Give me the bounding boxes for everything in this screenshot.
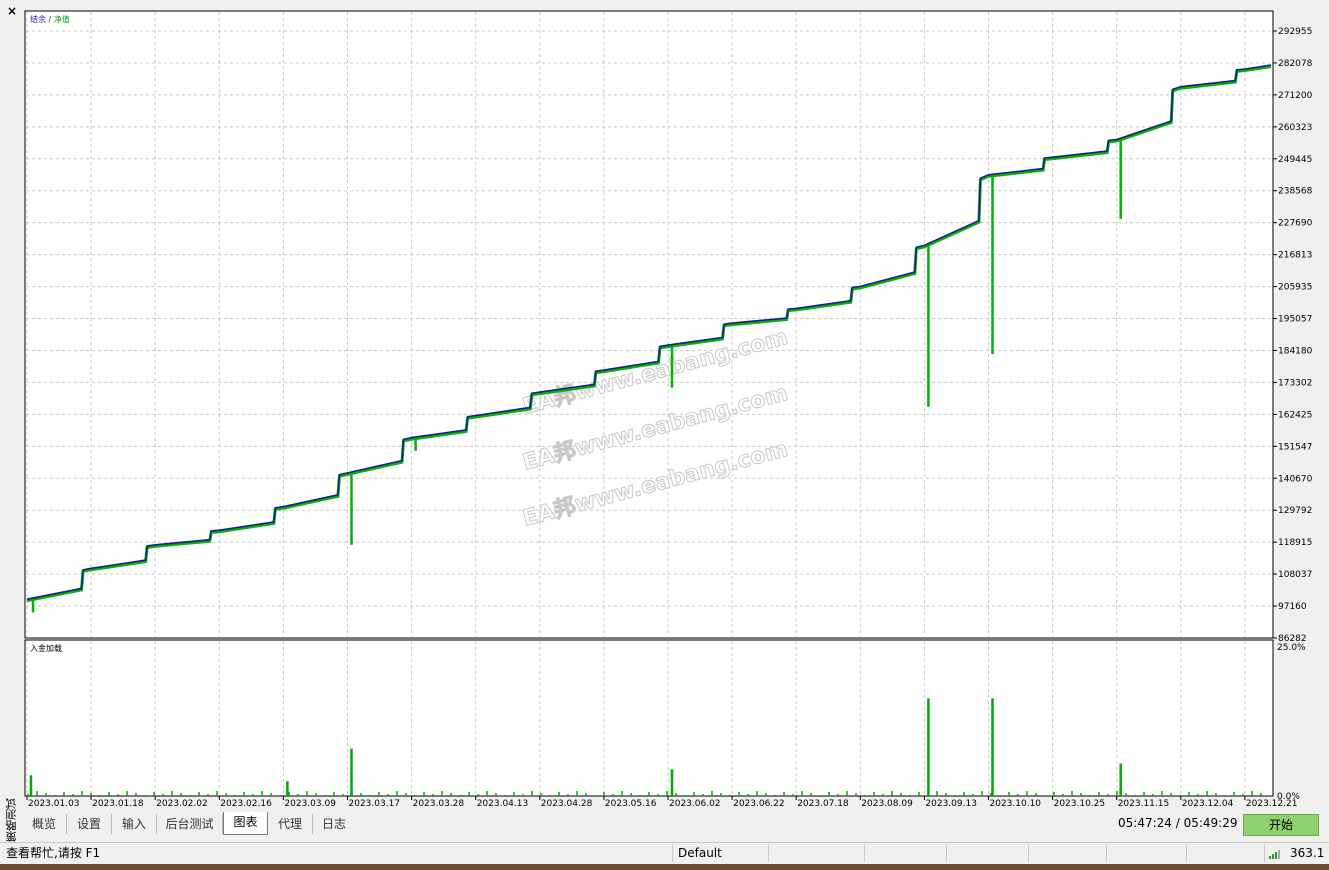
y-tick-label: 118915: [1278, 538, 1312, 548]
y-tick-label: 227690: [1278, 219, 1313, 229]
y-tick-label: 129792: [1278, 506, 1312, 516]
x-tick-label: 2023.06.22: [733, 799, 785, 809]
y-tick-label: 184180: [1278, 346, 1313, 356]
time-readout: 05:47:24 / 05:49:29: [1118, 816, 1238, 830]
status-cell-6: [1030, 845, 1107, 862]
x-tick-label: 2023.10.10: [990, 799, 1042, 809]
legend-equity: 净值: [54, 14, 70, 24]
x-tick-label: 2023.10.25: [1054, 799, 1106, 809]
deposit-chart-title: 入金加载: [30, 643, 62, 653]
deposit-y-min: 0.0%: [1277, 792, 1300, 802]
y-tick-label: 173302: [1278, 378, 1312, 388]
status-bar: 查看帮忙,请按 F1 Default 363.1: [0, 842, 1329, 864]
legend-separator: /: [46, 15, 54, 24]
y-tick-label: 162425: [1278, 410, 1312, 420]
x-tick-label: 2023.11.15: [1118, 799, 1170, 809]
x-tick-label: 2023.04.13: [477, 799, 529, 809]
x-tick-label: 2023.01.18: [92, 799, 144, 809]
legend-balance: 结余: [30, 14, 46, 24]
status-help: 查看帮忙,请按 F1: [6, 845, 673, 862]
x-tick-label: 2023.01.03: [28, 799, 80, 809]
start-button[interactable]: 开始: [1243, 814, 1319, 836]
y-tick-label: 271200: [1278, 91, 1313, 101]
x-tick-label: 2023.04.28: [541, 799, 593, 809]
y-tick-label: 108037: [1278, 570, 1312, 580]
x-tick-label: 2023.05.16: [605, 799, 657, 809]
balance-chart-panel: [24, 10, 1274, 639]
time-x-axis: 2023.01.03 2023.01.18 2023.02.02 2023.02.16…: [26, 796, 1297, 809]
signal-bars-icon: [1268, 845, 1280, 862]
tab-agents[interactable]: 代理: [268, 814, 313, 834]
y-tick-label: 216813: [1278, 251, 1312, 261]
tab-settings[interactable]: 设置: [67, 814, 112, 834]
x-tick-label: 2023.02.02: [156, 799, 208, 809]
y-tick-label: 260323: [1278, 123, 1312, 133]
tab-inputs[interactable]: 输入: [112, 814, 157, 834]
deposit-chart-panel: [24, 639, 1274, 797]
x-tick-label: 2023.08.09: [861, 799, 913, 809]
y-tick-label: 249445: [1278, 155, 1312, 165]
x-tick-label: 2023.03.09: [284, 799, 336, 809]
chart-legend: 结余 / 净值: [30, 14, 70, 24]
x-tick-label: 2023.07.18: [797, 799, 849, 809]
status-cell-4: [866, 845, 947, 862]
x-tick-label: 2023.02.16: [220, 799, 272, 809]
status-signal-value: 363.1: [1290, 846, 1325, 860]
x-tick-label: 2023.03.28: [413, 799, 465, 809]
y-tick-label: 97160: [1278, 602, 1307, 612]
tab-backtest[interactable]: 后台测试: [157, 814, 223, 834]
tab-journal[interactable]: 日志: [313, 814, 355, 834]
y-tick-label: 238568: [1278, 187, 1313, 197]
x-tick-label: 2023.09.13: [925, 799, 977, 809]
x-tick-label: 2023.06.02: [669, 799, 721, 809]
y-tick-label: 151547: [1278, 442, 1312, 452]
y-tick-label: 140670: [1278, 474, 1313, 484]
charts-area: 结余 / 净值 入金加载 EA邦www.eabang.com EA邦www.ea…: [24, 10, 1313, 809]
y-tick-label: 205935: [1278, 283, 1312, 293]
x-tick-label: 2023.03.17: [349, 799, 401, 809]
x-tick-label: 2023.12.04: [1182, 799, 1234, 809]
strategy-tester-window: × 策略测试 结余 / 净值 入金加载 EA邦www.eabang.com EA…: [0, 0, 1329, 870]
y-tick-label: 292955: [1278, 27, 1312, 37]
balance-y-axis: 292955 282078 271200 260323 249445 238568 2276…: [1273, 27, 1313, 644]
status-cell-8: [1188, 845, 1265, 862]
status-profile: Default: [678, 845, 769, 862]
status-cell-7: [1108, 845, 1187, 862]
status-cell-5: [948, 845, 1029, 862]
status-cell-3: [770, 845, 865, 862]
tab-overview[interactable]: 概览: [22, 814, 67, 834]
y-tick-label: 195057: [1278, 315, 1312, 325]
deposit-y-max: 25.0%: [1277, 643, 1306, 653]
tab-graph[interactable]: 图表: [223, 812, 268, 835]
y-tick-label: 282078: [1278, 59, 1313, 69]
